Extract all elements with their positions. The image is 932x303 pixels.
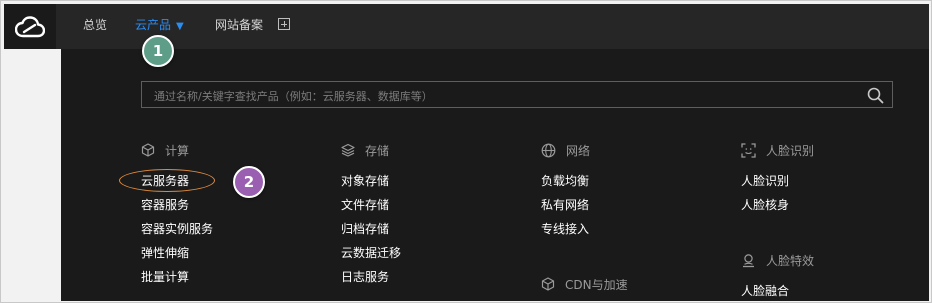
product-search-box [141, 81, 893, 108]
cube-icon [541, 277, 555, 291]
step-2-badge: 2 [233, 166, 265, 198]
product-face-verification[interactable]: 人脸核身 [741, 197, 789, 213]
product-vpc[interactable]: 私有网络 [541, 197, 589, 213]
category-network: 网络 [541, 141, 590, 159]
product-direct-connect[interactable]: 专线接入 [541, 221, 589, 237]
product-data-migration[interactable]: 云数据迁移 [341, 245, 401, 261]
category-network-title: 网络 [566, 143, 591, 158]
product-auto-scaling[interactable]: 弹性伸缩 [141, 245, 189, 261]
category-face-recognition-header: 人脸识别 [741, 141, 814, 159]
face-scan-icon [741, 142, 756, 158]
category-cdn-header: CDN与加速 [541, 275, 628, 293]
product-file-storage[interactable]: 文件存储 [341, 197, 389, 213]
add-shortcut-icon[interactable] [278, 18, 290, 30]
category-compute-header: 计算 [141, 141, 189, 159]
product-log-service[interactable]: 日志服务 [341, 269, 389, 285]
category-cdn: CDN与加速 [541, 275, 628, 293]
category-network-header: 网络 [541, 141, 590, 159]
cloud-logo-icon [15, 15, 45, 37]
layers-icon [341, 143, 355, 157]
cloud-logo[interactable] [4, 4, 56, 49]
product-search-input[interactable] [152, 86, 856, 106]
nav-cloud-products-label: 云产品 [135, 18, 172, 32]
product-load-balancer[interactable]: 负载均衡 [541, 173, 589, 189]
top-navigation-bar: 总览 云产品 ▼ 网站备案 [4, 4, 929, 49]
search-icon[interactable] [867, 87, 884, 104]
product-object-storage[interactable]: 对象存储 [341, 173, 389, 189]
category-compute: 计算 [141, 141, 189, 159]
step-1-badge: 1 [142, 35, 174, 67]
product-face-fusion[interactable]: 人脸融合 [741, 283, 789, 299]
app-frame: 总览 云产品▼ 网站备案 计算 云服务器 容器服务 容器实例服务 [0, 0, 932, 303]
product-container-instance[interactable]: 容器实例服务 [141, 221, 213, 237]
category-face-effects-header: 人脸特效 [741, 251, 814, 269]
cvm-highlight-ring [119, 169, 215, 192]
nav-cloud-products[interactable]: 云产品 ▼ [135, 17, 184, 35]
category-face-recognition: 人脸识别 [741, 141, 814, 159]
caret-down-icon: ▼ [176, 21, 184, 32]
category-compute-title: 计算 [165, 143, 190, 158]
category-face-effects: 人脸特效 [741, 251, 814, 269]
category-storage: 存储 [341, 141, 389, 159]
product-archive-storage[interactable]: 归档存储 [341, 221, 389, 237]
face-effects-icon [743, 253, 754, 267]
category-storage-header: 存储 [341, 141, 389, 159]
category-cdn-title: CDN与加速 [565, 277, 628, 292]
category-storage-title: 存储 [365, 143, 390, 158]
product-container-service[interactable]: 容器服务 [141, 197, 189, 213]
product-face-recognition[interactable]: 人脸识别 [741, 173, 789, 189]
category-face-recognition-title: 人脸识别 [766, 143, 815, 158]
globe-icon [541, 143, 556, 157]
product-batch-compute[interactable]: 批量计算 [141, 269, 189, 285]
category-face-effects-title: 人脸特效 [766, 253, 815, 268]
nav-overview[interactable]: 总览 [83, 17, 107, 33]
nav-website-filing[interactable]: 网站备案 [215, 17, 263, 33]
cube-icon [141, 143, 155, 157]
